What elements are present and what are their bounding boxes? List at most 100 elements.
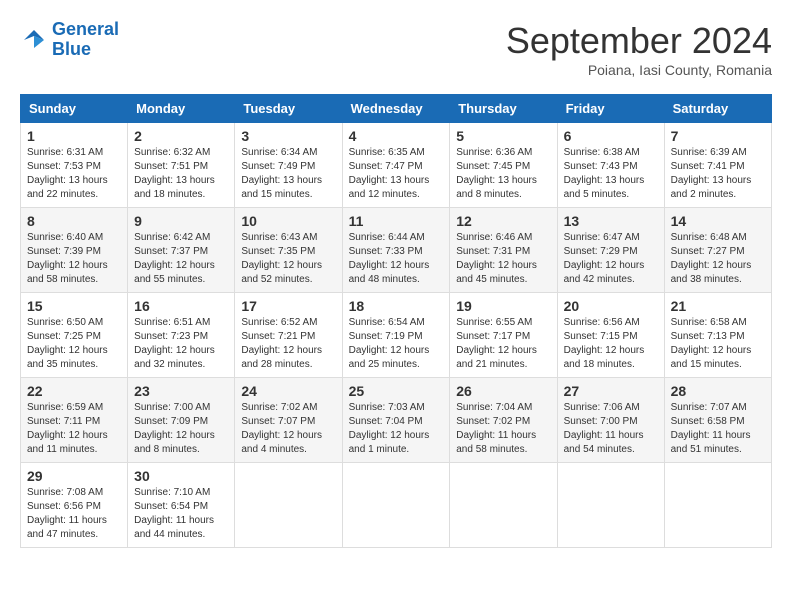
day-number: 18 [349, 298, 444, 314]
day-number: 11 [349, 213, 444, 229]
day-info: Sunrise: 6:52 AM Sunset: 7:21 PM Dayligh… [241, 316, 335, 372]
day-number: 13 [564, 213, 658, 229]
day-number: 16 [134, 298, 228, 314]
day-number: 29 [27, 468, 121, 484]
calendar-day-cell: 7 Sunrise: 6:39 AM Sunset: 7:41 PM Dayli… [664, 123, 771, 208]
day-number: 4 [349, 128, 444, 144]
day-number: 6 [564, 128, 658, 144]
calendar-day-cell: 27 Sunrise: 7:06 AM Sunset: 7:00 PM Dayl… [557, 378, 664, 463]
calendar-week-row: 22 Sunrise: 6:59 AM Sunset: 7:11 PM Dayl… [21, 378, 772, 463]
day-number: 28 [671, 383, 765, 399]
calendar-day-cell [235, 463, 342, 548]
calendar-day-cell [342, 463, 450, 548]
day-info: Sunrise: 7:02 AM Sunset: 7:07 PM Dayligh… [241, 401, 335, 457]
calendar-day-cell: 2 Sunrise: 6:32 AM Sunset: 7:51 PM Dayli… [128, 123, 235, 208]
calendar-day-cell: 4 Sunrise: 6:35 AM Sunset: 7:47 PM Dayli… [342, 123, 450, 208]
logo: General Blue [20, 20, 119, 60]
calendar-day-cell: 15 Sunrise: 6:50 AM Sunset: 7:25 PM Dayl… [21, 293, 128, 378]
calendar-header-cell: Saturday [664, 95, 771, 123]
day-info: Sunrise: 7:06 AM Sunset: 7:00 PM Dayligh… [564, 401, 658, 457]
calendar-day-cell: 18 Sunrise: 6:54 AM Sunset: 7:19 PM Dayl… [342, 293, 450, 378]
day-number: 12 [456, 213, 550, 229]
day-info: Sunrise: 7:10 AM Sunset: 6:54 PM Dayligh… [134, 486, 228, 542]
day-number: 24 [241, 383, 335, 399]
day-number: 25 [349, 383, 444, 399]
day-info: Sunrise: 6:51 AM Sunset: 7:23 PM Dayligh… [134, 316, 228, 372]
calendar-day-cell: 19 Sunrise: 6:55 AM Sunset: 7:17 PM Dayl… [450, 293, 557, 378]
calendar-day-cell: 10 Sunrise: 6:43 AM Sunset: 7:35 PM Dayl… [235, 208, 342, 293]
day-number: 1 [27, 128, 121, 144]
calendar-body: 1 Sunrise: 6:31 AM Sunset: 7:53 PM Dayli… [21, 123, 772, 548]
day-info: Sunrise: 7:00 AM Sunset: 7:09 PM Dayligh… [134, 401, 228, 457]
day-info: Sunrise: 6:55 AM Sunset: 7:17 PM Dayligh… [456, 316, 550, 372]
day-info: Sunrise: 6:54 AM Sunset: 7:19 PM Dayligh… [349, 316, 444, 372]
logo-text: General Blue [52, 20, 119, 60]
calendar-day-cell: 22 Sunrise: 6:59 AM Sunset: 7:11 PM Dayl… [21, 378, 128, 463]
day-info: Sunrise: 6:34 AM Sunset: 7:49 PM Dayligh… [241, 146, 335, 202]
day-info: Sunrise: 6:36 AM Sunset: 7:45 PM Dayligh… [456, 146, 550, 202]
calendar-day-cell [450, 463, 557, 548]
calendar-header-cell: Tuesday [235, 95, 342, 123]
calendar-day-cell: 23 Sunrise: 7:00 AM Sunset: 7:09 PM Dayl… [128, 378, 235, 463]
day-number: 7 [671, 128, 765, 144]
calendar-day-cell: 8 Sunrise: 6:40 AM Sunset: 7:39 PM Dayli… [21, 208, 128, 293]
day-number: 26 [456, 383, 550, 399]
calendar-day-cell: 12 Sunrise: 6:46 AM Sunset: 7:31 PM Dayl… [450, 208, 557, 293]
day-info: Sunrise: 7:04 AM Sunset: 7:02 PM Dayligh… [456, 401, 550, 457]
day-info: Sunrise: 6:59 AM Sunset: 7:11 PM Dayligh… [27, 401, 121, 457]
day-number: 15 [27, 298, 121, 314]
day-number: 19 [456, 298, 550, 314]
day-number: 10 [241, 213, 335, 229]
day-number: 14 [671, 213, 765, 229]
calendar-header-cell: Friday [557, 95, 664, 123]
calendar-day-cell: 24 Sunrise: 7:02 AM Sunset: 7:07 PM Dayl… [235, 378, 342, 463]
calendar-day-cell: 20 Sunrise: 6:56 AM Sunset: 7:15 PM Dayl… [557, 293, 664, 378]
calendar-day-cell: 28 Sunrise: 7:07 AM Sunset: 6:58 PM Dayl… [664, 378, 771, 463]
calendar-header-cell: Wednesday [342, 95, 450, 123]
calendar-day-cell: 1 Sunrise: 6:31 AM Sunset: 7:53 PM Dayli… [21, 123, 128, 208]
calendar-week-row: 8 Sunrise: 6:40 AM Sunset: 7:39 PM Dayli… [21, 208, 772, 293]
day-info: Sunrise: 6:32 AM Sunset: 7:51 PM Dayligh… [134, 146, 228, 202]
day-number: 5 [456, 128, 550, 144]
calendar-day-cell: 6 Sunrise: 6:38 AM Sunset: 7:43 PM Dayli… [557, 123, 664, 208]
day-info: Sunrise: 6:42 AM Sunset: 7:37 PM Dayligh… [134, 231, 228, 287]
calendar-day-cell: 25 Sunrise: 7:03 AM Sunset: 7:04 PM Dayl… [342, 378, 450, 463]
calendar-day-cell: 29 Sunrise: 7:08 AM Sunset: 6:56 PM Dayl… [21, 463, 128, 548]
day-info: Sunrise: 7:03 AM Sunset: 7:04 PM Dayligh… [349, 401, 444, 457]
month-title: September 2024 [506, 20, 772, 62]
calendar-week-row: 29 Sunrise: 7:08 AM Sunset: 6:56 PM Dayl… [21, 463, 772, 548]
day-info: Sunrise: 6:56 AM Sunset: 7:15 PM Dayligh… [564, 316, 658, 372]
calendar-header: SundayMondayTuesdayWednesdayThursdayFrid… [21, 95, 772, 123]
day-info: Sunrise: 6:39 AM Sunset: 7:41 PM Dayligh… [671, 146, 765, 202]
day-info: Sunrise: 6:35 AM Sunset: 7:47 PM Dayligh… [349, 146, 444, 202]
calendar-header-cell: Monday [128, 95, 235, 123]
day-info: Sunrise: 6:58 AM Sunset: 7:13 PM Dayligh… [671, 316, 765, 372]
page-header: General Blue September 2024 Poiana, Iasi… [20, 20, 772, 78]
calendar-day-cell: 13 Sunrise: 6:47 AM Sunset: 7:29 PM Dayl… [557, 208, 664, 293]
day-info: Sunrise: 6:48 AM Sunset: 7:27 PM Dayligh… [671, 231, 765, 287]
day-number: 21 [671, 298, 765, 314]
calendar-day-cell: 14 Sunrise: 6:48 AM Sunset: 7:27 PM Dayl… [664, 208, 771, 293]
day-number: 22 [27, 383, 121, 399]
day-number: 2 [134, 128, 228, 144]
day-info: Sunrise: 6:50 AM Sunset: 7:25 PM Dayligh… [27, 316, 121, 372]
title-section: September 2024 Poiana, Iasi County, Roma… [506, 20, 772, 78]
day-info: Sunrise: 7:07 AM Sunset: 6:58 PM Dayligh… [671, 401, 765, 457]
calendar-day-cell: 9 Sunrise: 6:42 AM Sunset: 7:37 PM Dayli… [128, 208, 235, 293]
calendar-day-cell: 30 Sunrise: 7:10 AM Sunset: 6:54 PM Dayl… [128, 463, 235, 548]
calendar-week-row: 1 Sunrise: 6:31 AM Sunset: 7:53 PM Dayli… [21, 123, 772, 208]
day-number: 9 [134, 213, 228, 229]
location-subtitle: Poiana, Iasi County, Romania [506, 62, 772, 78]
calendar-day-cell: 21 Sunrise: 6:58 AM Sunset: 7:13 PM Dayl… [664, 293, 771, 378]
day-info: Sunrise: 6:43 AM Sunset: 7:35 PM Dayligh… [241, 231, 335, 287]
calendar-header-cell: Sunday [21, 95, 128, 123]
day-number: 23 [134, 383, 228, 399]
calendar-day-cell: 16 Sunrise: 6:51 AM Sunset: 7:23 PM Dayl… [128, 293, 235, 378]
day-info: Sunrise: 6:38 AM Sunset: 7:43 PM Dayligh… [564, 146, 658, 202]
day-number: 30 [134, 468, 228, 484]
day-info: Sunrise: 6:44 AM Sunset: 7:33 PM Dayligh… [349, 231, 444, 287]
day-number: 3 [241, 128, 335, 144]
day-info: Sunrise: 7:08 AM Sunset: 6:56 PM Dayligh… [27, 486, 121, 542]
calendar-day-cell: 17 Sunrise: 6:52 AM Sunset: 7:21 PM Dayl… [235, 293, 342, 378]
day-number: 8 [27, 213, 121, 229]
